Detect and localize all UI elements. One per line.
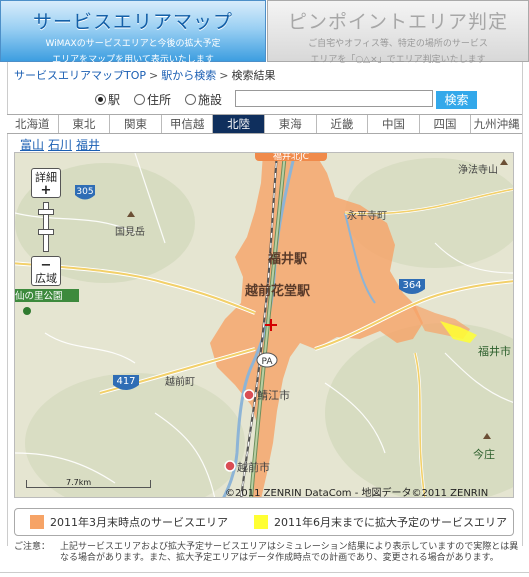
- breadcrumb-top-link[interactable]: サービスエリアマップTOP: [14, 69, 146, 82]
- region-tab[interactable]: 東北: [58, 115, 111, 133]
- fukui-top-label-text: 福井北JC: [273, 153, 309, 162]
- prefecture-link[interactable]: 石川: [48, 138, 72, 152]
- map-label-eiheiji: 永平寺町: [347, 209, 387, 222]
- region-tab[interactable]: 近畿: [316, 115, 369, 133]
- map-label-joken: 浄法寺山: [458, 163, 498, 176]
- legend-current-label: 2011年3月末時点のサービスエリア: [50, 516, 228, 529]
- pa-label: PA: [261, 357, 273, 367]
- region-tab[interactable]: 甲信越: [161, 115, 214, 133]
- sabae-station-marker[interactable]: [243, 389, 255, 401]
- radio-address-label: 住所: [147, 92, 172, 107]
- tab-service-area-map[interactable]: サービスエリアマップ WiMAXのサービスエリアと今後の拡大予定 エリアをマップ…: [0, 0, 266, 65]
- map-label-fukui-station: 福井駅: [267, 251, 308, 267]
- search-type-radios: 駅 住所 施設: [95, 90, 236, 108]
- zoom-out-icon: −: [40, 258, 52, 273]
- legend-planned-swatch: [254, 515, 268, 529]
- notice: ご注意： 上記サービスエリアおよび拡大予定サービスエリアはシミュレーション結果に…: [14, 542, 519, 564]
- zoom-slider[interactable]: [38, 202, 54, 252]
- breadcrumb-separator: >: [219, 69, 229, 82]
- bottom-rule: [0, 572, 529, 577]
- header-tabs: サービスエリアマップ WiMAXのサービスエリアと今後の拡大予定 エリアをマップ…: [0, 0, 529, 65]
- map-label-sabae: 鯖江市: [257, 388, 290, 402]
- map-copyright: ©2011 ZENRIN DataCom - 地図データ©2011 ZENRIN: [225, 488, 489, 499]
- map-label-fukui-shi: 福井市: [478, 344, 511, 358]
- region-tab[interactable]: 北海道: [7, 115, 59, 133]
- tab-pinpoint-area-desc-1: ご自宅やオフィス等、特定の場所のサービス: [308, 39, 488, 49]
- fukui-top-label: 福井北JC: [255, 153, 327, 162]
- radio-station[interactable]: 駅: [95, 91, 120, 108]
- region-tab[interactable]: 関東: [110, 115, 162, 133]
- region-tab[interactable]: 東海: [264, 115, 317, 133]
- zoom-control: 詳細 + − 広域: [31, 168, 63, 298]
- search-input[interactable]: [235, 90, 433, 107]
- prefecture-link[interactable]: 福井: [76, 138, 100, 152]
- park-marker: [23, 307, 31, 315]
- map-label-imajo: 今庄: [473, 447, 495, 461]
- radio-station-label: 駅: [108, 92, 121, 107]
- breadcrumb: サービスエリアマップTOP > 駅から検索 > 検索結果: [14, 67, 275, 83]
- prefecture-link[interactable]: 富山: [20, 138, 44, 152]
- region-tabs: 北海道 東北 関東 甲信越 北陸 東海 近畿 中国 四国 九州沖縄: [7, 114, 522, 134]
- region-tab[interactable]: 四国: [419, 115, 472, 133]
- zoom-in-button[interactable]: 詳細 +: [31, 168, 61, 198]
- tab-pinpoint-area[interactable]: ピンポイントエリア判定 ご自宅やオフィス等、特定の場所のサービス エリアを「○△…: [267, 0, 529, 65]
- region-tab[interactable]: 中国: [368, 115, 420, 133]
- pa-marker: PA: [256, 352, 278, 368]
- prefecture-links: 富山 石川 福井: [20, 136, 104, 153]
- tab-pinpoint-area-title: ピンポイントエリア判定: [287, 11, 508, 33]
- route-364-label: 364: [402, 280, 421, 291]
- breadcrumb-current: 検索結果: [231, 69, 276, 82]
- map-label-echizen-shi: 越前市: [237, 460, 270, 474]
- radio-address[interactable]: 住所: [134, 91, 171, 108]
- notice-label: ご注意：: [14, 542, 51, 552]
- radio-station-dot[interactable]: [95, 93, 106, 105]
- map-canvas[interactable]: 417 364 305 PA 福井北JC 福井駅 越前花堂駅 国見岳 永平寺町 …: [15, 153, 514, 498]
- tab-service-area-map-desc-1: WiMAXのサービスエリアと今後の拡大予定: [45, 39, 221, 49]
- route-305-label: 305: [76, 187, 93, 197]
- map-label-kokumi: 国見岳: [115, 226, 145, 238]
- zoom-slider-handle[interactable]: [38, 209, 54, 215]
- route-417-label: 417: [116, 376, 135, 387]
- search-button[interactable]: 検索: [436, 91, 477, 109]
- map-legend: 2011年3月末時点のサービスエリア 2011年6月末までに拡大予定のサービスエ…: [14, 508, 514, 536]
- radio-facility-dot[interactable]: [185, 93, 197, 105]
- legend-current-swatch: [30, 515, 44, 529]
- map-scale-text: 7.7km: [66, 478, 92, 487]
- zoom-in-icon: +: [40, 183, 52, 198]
- tab-service-area-map-title: サービスエリアマップ: [32, 11, 233, 33]
- zoom-slider-tick: [38, 229, 54, 235]
- radio-facility[interactable]: 施設: [185, 91, 222, 108]
- breadcrumb-separator: >: [149, 69, 159, 82]
- breadcrumb-search-link[interactable]: 駅から検索: [161, 69, 216, 82]
- radio-address-dot[interactable]: [134, 93, 146, 105]
- legend-planned-label: 2011年6月末までに拡大予定のサービスエリア: [274, 516, 507, 529]
- region-tab[interactable]: 北陸: [213, 115, 265, 133]
- echizen-station-marker[interactable]: [224, 460, 236, 472]
- radio-facility-label: 施設: [198, 92, 223, 107]
- zoom-out-label: 広域: [35, 272, 57, 285]
- zoom-out-button[interactable]: − 広域: [31, 256, 61, 286]
- map-label-echizen-cho: 越前町: [165, 375, 195, 388]
- region-tab[interactable]: 九州沖縄: [471, 115, 522, 133]
- map-label-echizen-hanando-station: 越前花堂駅: [244, 283, 311, 299]
- notice-text: 上記サービスエリアおよび拡大予定サービスエリアはシミュレーション結果により表示し…: [60, 542, 519, 563]
- area-map[interactable]: 417 364 305 PA 福井北JC 福井駅 越前花堂駅 国見岳 永平寺町 …: [14, 152, 514, 498]
